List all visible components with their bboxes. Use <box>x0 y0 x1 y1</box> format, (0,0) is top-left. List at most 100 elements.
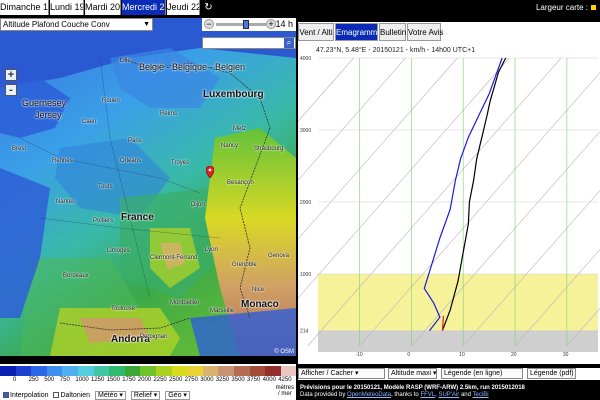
tab-votre-avis[interactable]: Votre Avis <box>407 23 443 41</box>
chart-title: 47.23°N, 5.48°E - 20150121 - km/h - 14h0… <box>316 47 476 54</box>
map-label-belgie: België - Belgique - Belgien <box>139 62 246 72</box>
x-tick-label: 10 <box>459 352 465 358</box>
refresh-icon[interactable]: ↻ <box>203 2 214 13</box>
legend-swatch <box>265 366 281 376</box>
day-tab-lundi[interactable]: Lundi 19 <box>50 0 84 15</box>
location-marker-icon[interactable] <box>206 166 214 178</box>
legend-ticks: 0 250 500 750 1000 1250 1500 1750 2000 2250 2500 27… <box>0 377 296 386</box>
legend-tick-label: 1250 <box>91 377 105 383</box>
legend-swatch <box>124 366 141 376</box>
legend-color-scale <box>0 366 297 376</box>
tab-emagramme[interactable]: Emagramme <box>335 23 382 41</box>
legend-swatch <box>155 366 172 376</box>
map-label-genova: Genova <box>268 253 290 259</box>
layer-select[interactable]: Altitude Plafond Couche Conv ▼ <box>0 18 153 31</box>
zoom-out-button[interactable]: - <box>5 84 17 96</box>
y-tick-label: 1000 <box>300 272 311 278</box>
map-label-limoges: Limoges <box>107 248 130 254</box>
openmeteodata-link[interactable]: OpenMeteoData <box>347 392 391 398</box>
legend-tick-label: 250 <box>28 377 39 383</box>
interpolation-checkbox[interactable] <box>3 392 9 399</box>
map-label-nantes: Nantes <box>56 199 76 205</box>
zoom-in-button[interactable]: + <box>5 69 17 81</box>
legende-pdf-button[interactable]: Légende (pdf) <box>527 368 576 379</box>
map-attribution: © OSM <box>274 349 294 355</box>
legend-tick-label: 2250 <box>153 377 167 383</box>
legend-swatch <box>140 366 156 376</box>
map-label-perpignan: Perpignan <box>140 334 168 340</box>
map-label-clermont: Clermont-Ferrand <box>150 255 198 261</box>
search-icon[interactable]: ⌕ <box>284 38 294 48</box>
map-width-control[interactable]: Largeur carte : <box>536 0 596 15</box>
day-tab-mercredi[interactable]: Mercredi 21 <box>122 0 166 15</box>
hour-minus-button[interactable]: − <box>204 19 214 29</box>
map-label-reims: Reims <box>160 111 178 117</box>
relief-select[interactable]: Relief ▾ <box>130 391 161 400</box>
hour-slider[interactable]: − + 14 h <box>202 18 296 31</box>
map-label-tours: Tours <box>98 184 113 190</box>
legend-swatch <box>46 366 63 376</box>
legend-tick-label: 500 <box>44 377 55 383</box>
legend-tick-label: 1000 <box>75 377 89 383</box>
sounding-panel: Vent / Alti Emagramme Bulletin Votre Avi… <box>298 22 600 364</box>
emagram-chart[interactable]: 214 1000 2000 3000 4000 -10 0 10 20 30 <box>298 42 600 364</box>
legend-swatch <box>280 366 297 376</box>
x-tick-label: 0 <box>407 352 410 358</box>
map-label-lille: Lille <box>120 58 131 64</box>
daltonien-checkbox[interactable] <box>53 392 60 399</box>
layer-select-value: Altitude Plafond Couche Conv <box>3 20 110 29</box>
map-label-orleans: Orléans <box>120 158 142 164</box>
tecibi-link[interactable]: TeciBi <box>473 392 489 398</box>
legend-tick-label: 3000 <box>200 377 214 383</box>
day-tab-dimanche[interactable]: Dimanche 18 <box>0 0 49 15</box>
legend-swatch <box>62 366 78 376</box>
y-tick-label: 3000 <box>300 128 311 134</box>
x-tick-label: 30 <box>563 352 569 358</box>
meteo-select[interactable]: Météo ▾ <box>95 391 126 400</box>
map-label-bordeaux: Bordeaux <box>63 273 89 279</box>
map-label-france: France <box>121 212 154 223</box>
map-label-montpellier: Montpellier <box>170 300 200 306</box>
interpolation-label: Interpolation <box>10 392 49 399</box>
y-tick-label: 2000 <box>300 200 311 206</box>
legend-tick-label: 3250 <box>215 377 230 383</box>
legend-swatch <box>202 366 219 376</box>
map-label-monaco: Monaco <box>241 299 279 310</box>
supair-link[interactable]: SUP'Air <box>438 392 459 398</box>
legend-swatch <box>31 366 47 376</box>
tab-vent-alti[interactable]: Vent / Alti <box>298 23 334 41</box>
day-tab-jeudi[interactable]: Jeudi 22 <box>167 0 200 15</box>
search-input[interactable]: ⌕ <box>202 37 296 49</box>
legend-swatch <box>109 366 125 376</box>
hour-slider-thumb[interactable] <box>243 20 249 29</box>
map-label-toulouse: Toulouse <box>111 306 136 312</box>
day-tab-mardi[interactable]: Mardi 20 <box>85 0 121 15</box>
map-label-strasbourg: Strasbourg <box>254 146 284 152</box>
legend-swatch <box>0 366 16 376</box>
geo-select[interactable]: Géo ▾ <box>165 391 190 400</box>
forecast-run-info: Prévisions pour le 20150121, Modèle RASP… <box>300 385 525 391</box>
map-label-jersey: Jersey <box>35 110 62 120</box>
map-label-grenoble: Grenoble <box>232 262 257 268</box>
forecast-map[interactable]: Altitude Plafond Couche Conv ▼ − + 14 h ⌕… <box>0 18 296 356</box>
forecast-info: Prévisions pour le 20150121, Modèle RASP… <box>298 383 600 400</box>
app-root: Dimanche 18 Lundi 19 Mardi 20 Mercredi 2… <box>0 0 600 400</box>
tab-bulletin[interactable]: Bulletin <box>379 23 406 41</box>
legende-en-ligne-button[interactable]: Légende (en ligne) <box>441 368 523 379</box>
x-tick-label: -10 <box>355 352 362 358</box>
ground-band <box>318 330 598 352</box>
legend-tick-label: 1750 <box>122 377 136 383</box>
map-label-marseille: Marseille <box>210 308 235 314</box>
altitude-maxi-select[interactable]: Altitude maxi ▾ <box>388 368 437 379</box>
hour-slider-track[interactable] <box>216 20 266 29</box>
legend-tick-label: 3500 <box>231 377 245 383</box>
afficher-cacher-select[interactable]: Afficher / Cacher ▾ <box>298 368 385 379</box>
day-selector-bar: Dimanche 18 Lundi 19 Mardi 20 Mercredi 2… <box>0 0 600 16</box>
and-label: and <box>460 392 471 398</box>
map-width-handle[interactable] <box>591 5 596 11</box>
thanks-label: , thanks to <box>391 392 419 398</box>
color-legend: 0 250 500 750 1000 1250 1500 1750 2000 2250 2500 27… <box>0 364 297 400</box>
altitude-maxi-value: Altitude maxi <box>391 370 432 377</box>
ffvl-link[interactable]: FFVL <box>420 392 435 398</box>
legend-tick-label: 2000 <box>137 377 152 383</box>
